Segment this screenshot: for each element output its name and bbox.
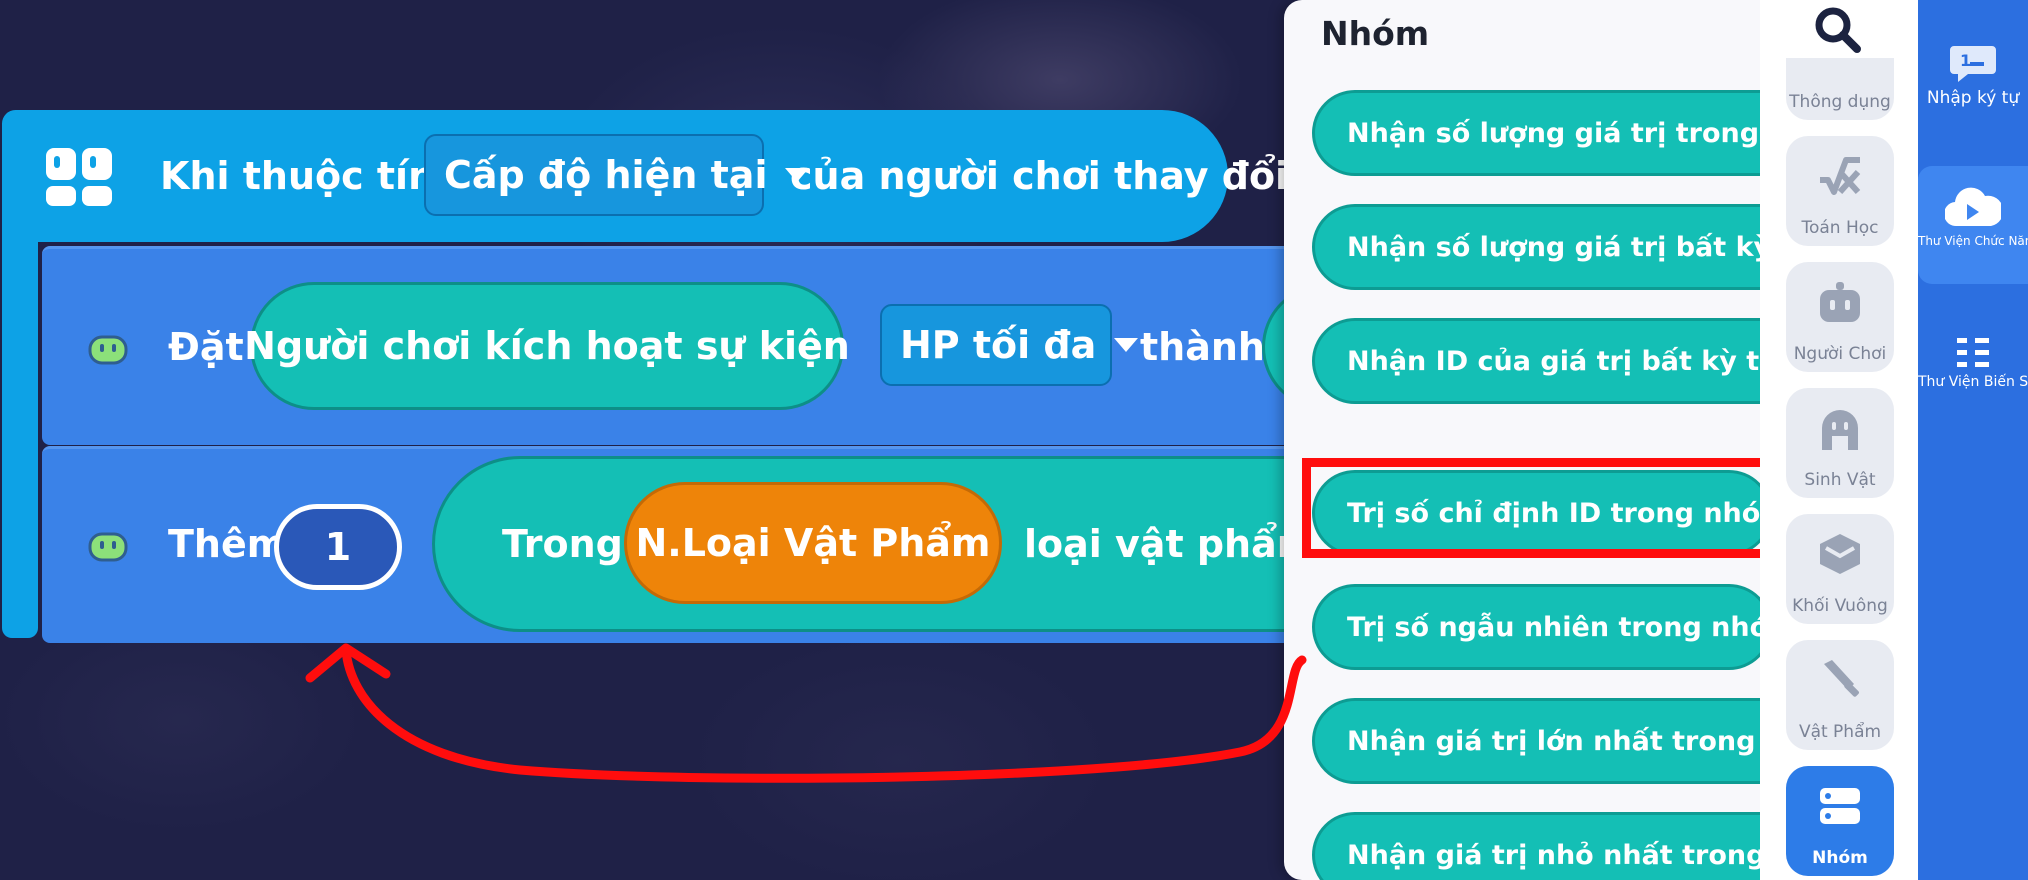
cube-icon: [1820, 534, 1860, 574]
event-prefix-label: Khi thuộc tính: [160, 154, 463, 198]
attribute-dropdown[interactable]: Cấp độ hiện tại: [424, 134, 810, 216]
category-math[interactable]: Toán Học: [1786, 136, 1894, 246]
item-type-label: loại vật phẩm ID: [1024, 522, 1284, 566]
sword-icon: [1824, 660, 1859, 697]
amount-input[interactable]: 1: [274, 504, 402, 590]
to-label: thành: [1140, 325, 1265, 369]
category-group[interactable]: Nhóm: [1786, 766, 1894, 876]
list-item[interactable]: Nhận giá trị lớn nhất trong nhóm trị số: [1312, 698, 1760, 784]
list-item[interactable]: Nhận giá trị nhỏ nhất trong nhóm trị số: [1312, 812, 1760, 880]
category-block[interactable]: Khối Vuông: [1786, 514, 1894, 624]
event-block-spine: [2, 230, 38, 638]
in-label: Trong: [502, 522, 623, 566]
category-label: Khối Vuông: [1792, 596, 1888, 616]
category-label: Toán Học: [1801, 218, 1879, 238]
list-item[interactable]: Nhận số lượng giá trị bất kỳ nào trong n…: [1312, 204, 1760, 290]
variable-library-icon: [1957, 338, 1989, 367]
rail-label: Thư Viện Chức Năng: [1918, 234, 2028, 248]
robot-icon: [88, 335, 128, 365]
creature-icon: [1822, 410, 1858, 450]
list-item[interactable]: Nhận ID của giá trị bất kỳ trong nhóm: [1312, 318, 1760, 404]
category-label: Sinh Vật: [1804, 470, 1876, 490]
event-robot-icon: [46, 148, 112, 206]
rail-label: Thư Viện Biến Số: [1918, 374, 2028, 390]
search-icon[interactable]: [1812, 4, 1862, 54]
event-suffix-label: của người chơi thay đổi: [790, 154, 1289, 198]
input-chat-icon: 1: [1950, 46, 1996, 82]
category-item[interactable]: Vật Phẩm: [1786, 640, 1894, 750]
category-label: Nhóm: [1812, 848, 1868, 868]
target-player-pill[interactable]: Người chơi kích hoạt sự kiện: [244, 282, 850, 410]
math-fx-icon: [1820, 157, 1861, 195]
set-label: Đặt: [168, 325, 244, 369]
property-dropdown-value: HP tối đa: [900, 323, 1097, 367]
rail-variable-library[interactable]: Thư Viện Biến Số: [1918, 334, 2028, 424]
group-icon: [1820, 788, 1860, 824]
list-item[interactable]: Nhận số lượng giá trị trong nhóm bất kỳ: [1312, 90, 1760, 176]
list-item[interactable]: Trị số ngẫu nhiên trong nhóm trị số: [1312, 584, 1760, 670]
category-player[interactable]: Người Chơi: [1786, 262, 1894, 372]
list-item-selected[interactable]: Trị số chỉ định ID trong nhóm trị số: [1312, 470, 1760, 556]
category-label: Người Chơi: [1793, 344, 1887, 364]
group-name-pill[interactable]: N.Loại Vật Phẩm: [624, 482, 1002, 604]
panel-title: Nhóm: [1321, 14, 1430, 53]
svg-text:1: 1: [1960, 51, 1971, 70]
add-label: Thêm: [168, 522, 287, 566]
category-common[interactable]: Thông dụng: [1786, 58, 1894, 120]
rail-function-library[interactable]: Thư Viện Chức Năng: [1918, 166, 2028, 284]
category-label: Vật Phẩm: [1798, 722, 1882, 742]
robot-icon: [88, 532, 128, 562]
block-list: Nhận số lượng giá trị trong nhóm bất kỳ …: [1284, 60, 1760, 880]
attribute-dropdown-value: Cấp độ hiện tại: [444, 153, 768, 197]
robot-icon: [1820, 282, 1860, 322]
rail-label: Nhập ký tự: [1926, 88, 2020, 108]
category-creature[interactable]: Sinh Vật: [1786, 388, 1894, 498]
category-label: Thông dụng: [1789, 92, 1891, 112]
property-dropdown[interactable]: HP tối đa: [880, 304, 1139, 386]
chevron-down-icon: [1114, 338, 1139, 352]
function-library-icon: [1943, 187, 2004, 227]
rail-input-text[interactable]: 1 Nhập ký tự: [1918, 44, 2028, 140]
